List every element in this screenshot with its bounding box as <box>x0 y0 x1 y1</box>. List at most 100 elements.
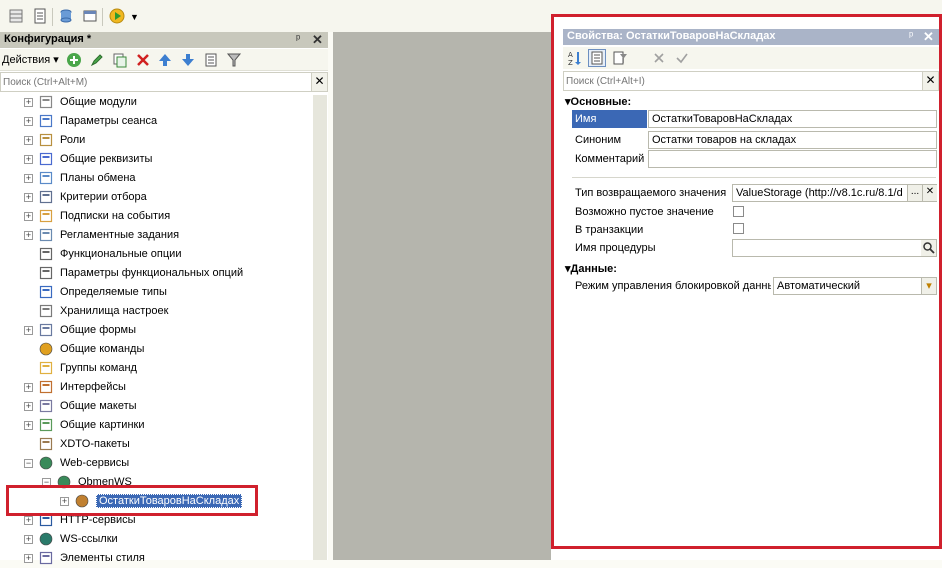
tree-item[interactable]: + Роли <box>0 131 310 150</box>
database-icon[interactable] <box>58 8 74 24</box>
tree-item[interactable]: Хранилища настроек <box>0 302 310 321</box>
comment-field[interactable] <box>648 150 937 168</box>
synonym-field[interactable]: Остатки товаров на складах <box>648 131 937 149</box>
tree-item[interactable]: XDTO-пакеты <box>0 435 310 454</box>
tree-item[interactable]: + Планы обмена <box>0 169 310 188</box>
clear-search-icon[interactable]: ✕ <box>922 72 938 90</box>
comment-label: Комментарий <box>575 153 645 165</box>
section-main-header[interactable]: ▾Основные: <box>565 95 631 108</box>
tree-item[interactable]: + Общие реквизиты <box>0 150 310 169</box>
tree-item[interactable]: + Общие макеты <box>0 397 310 416</box>
tree-item[interactable]: Параметры функциональных опций <box>0 264 310 283</box>
expand-icon[interactable]: + <box>24 383 33 392</box>
common-templates-icon <box>39 399 53 413</box>
tree-item-label: Критерии отбора <box>60 191 147 203</box>
section-data-header[interactable]: ▾Данные: <box>565 262 617 275</box>
tree-item[interactable]: Группы команд <box>0 359 310 378</box>
expand-icon[interactable]: + <box>24 326 33 335</box>
tree-item[interactable]: + Регламентные задания <box>0 226 310 245</box>
tree-item[interactable]: − ObmenWS <box>0 473 310 492</box>
move-down-icon[interactable] <box>180 52 196 68</box>
name-field[interactable]: ОстаткиТоваровНаСкладах <box>648 110 937 128</box>
search-icon[interactable] <box>921 240 936 256</box>
categorize-icon[interactable] <box>588 49 606 67</box>
expand-icon[interactable]: + <box>24 516 33 525</box>
select-type-button[interactable]: ... <box>907 185 922 201</box>
tree-item[interactable]: + Критерии отбора <box>0 188 310 207</box>
edit-icon[interactable] <box>89 52 105 68</box>
chevron-down-icon[interactable]: ▾ <box>921 278 936 294</box>
run-icon[interactable] <box>109 8 125 24</box>
tree-item[interactable]: + HTTP-сервисы <box>0 511 310 530</box>
filter-list-icon[interactable] <box>612 50 628 66</box>
collapse-icon[interactable]: − <box>42 478 51 487</box>
procedure-field[interactable] <box>732 239 937 257</box>
expand-icon[interactable]: + <box>24 155 33 164</box>
tree-item[interactable]: + WS-ссылки <box>0 530 310 549</box>
expand-icon[interactable]: + <box>24 136 33 145</box>
copy-icon[interactable] <box>112 52 128 68</box>
expand-icon[interactable]: + <box>24 117 33 126</box>
expand-icon[interactable]: + <box>24 98 33 107</box>
synonym-label: Синоним <box>575 134 622 146</box>
clear-type-button[interactable]: ✕ <box>922 185 937 201</box>
common-attributes-icon <box>39 152 53 166</box>
transaction-label: В транзакции <box>575 224 644 236</box>
nullable-checkbox[interactable] <box>733 206 744 217</box>
check-icon[interactable] <box>675 51 689 65</box>
tree-item[interactable]: + ОстаткиТоваровНаСкладах <box>0 492 310 511</box>
tree-item[interactable]: + Параметры сеанса <box>0 112 310 131</box>
expand-icon[interactable]: + <box>24 421 33 430</box>
move-up-icon[interactable] <box>157 52 173 68</box>
tree-item[interactable]: + Общие формы <box>0 321 310 340</box>
document-icon[interactable] <box>32 8 48 24</box>
expand-icon[interactable]: + <box>24 402 33 411</box>
tree-item[interactable]: Общие команды <box>0 340 310 359</box>
close-icon[interactable]: ✕ <box>923 29 934 45</box>
tree-item[interactable]: + Интерфейсы <box>0 378 310 397</box>
tree-scrollbar[interactable] <box>313 95 327 560</box>
actions-menu[interactable]: Действия ▾ <box>2 53 59 66</box>
expand-icon[interactable]: + <box>24 231 33 240</box>
pin-icon[interactable]: ᵖ <box>296 33 300 45</box>
clear-search-icon[interactable]: ✕ <box>311 73 327 91</box>
tree-item-label: Регламентные задания <box>60 229 180 241</box>
section-data-label: Данные: <box>570 263 617 275</box>
lock-mode-value: Автоматический <box>777 280 861 292</box>
expand-icon[interactable]: + <box>24 174 33 183</box>
sort-alpha-icon[interactable]: AZ <box>566 50 582 66</box>
clear-icon[interactable] <box>652 51 666 65</box>
tree-item-label: Определяемые типы <box>60 286 167 298</box>
expand-icon[interactable]: + <box>24 535 33 544</box>
tree-item[interactable]: + Элементы стиля <box>0 549 310 568</box>
expand-icon[interactable]: + <box>24 193 33 202</box>
lock-mode-select[interactable]: Автоматический <box>773 277 937 295</box>
tree-item[interactable]: + Общие модули <box>0 93 310 112</box>
common-commands-icon <box>39 342 53 356</box>
close-icon[interactable]: ✕ <box>312 32 323 48</box>
tree-item[interactable]: + Подписки на события <box>0 207 310 226</box>
tree-item-label: Общие макеты <box>60 400 137 412</box>
collapse-icon[interactable]: − <box>24 459 33 468</box>
tree-item[interactable]: + Общие картинки <box>0 416 310 435</box>
list-icon[interactable] <box>203 52 219 68</box>
table-icon[interactable] <box>8 8 24 24</box>
transaction-checkbox[interactable] <box>733 223 744 234</box>
expand-icon[interactable]: + <box>24 554 33 563</box>
tree-item-label: Группы команд <box>60 362 137 374</box>
expand-icon[interactable]: + <box>60 497 69 506</box>
run-dropdown-icon[interactable]: ▼ <box>130 12 139 22</box>
tree-item[interactable]: Определяемые типы <box>0 283 310 302</box>
config-search-input[interactable] <box>1 73 307 91</box>
lock-mode-label: Режим управления блокировкой данны <box>575 280 771 292</box>
add-icon[interactable] <box>66 52 82 68</box>
exchange-plans-icon <box>39 171 53 185</box>
expand-icon[interactable]: + <box>24 212 33 221</box>
tree-item[interactable]: − Web-сервисы <box>0 454 310 473</box>
window-icon[interactable] <box>82 8 98 24</box>
tree-item[interactable]: Функциональные опции <box>0 245 310 264</box>
delete-icon[interactable] <box>135 52 151 68</box>
pin-icon[interactable]: ᵖ <box>909 30 913 42</box>
properties-search-input[interactable] <box>564 72 918 90</box>
filter-icon[interactable] <box>226 52 242 68</box>
